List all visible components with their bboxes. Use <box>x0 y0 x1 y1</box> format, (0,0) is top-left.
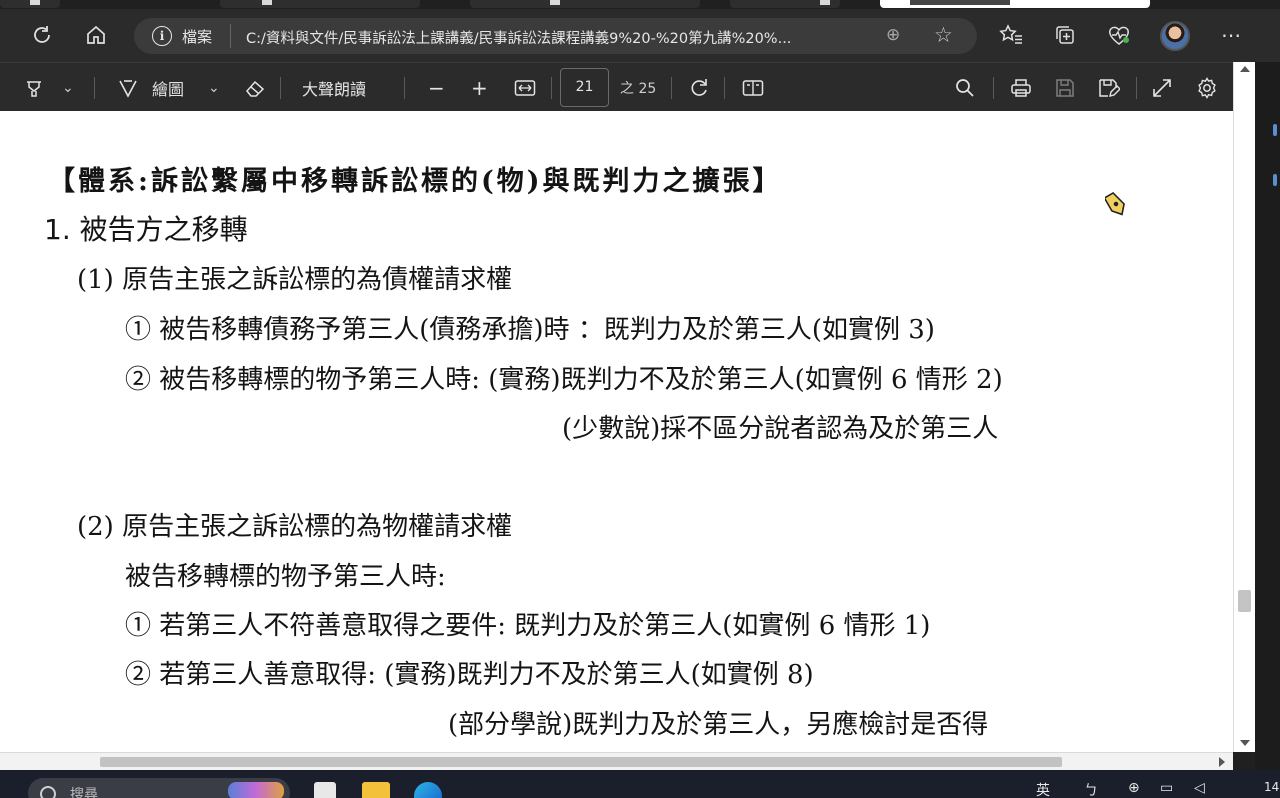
info-icon[interactable]: i <box>152 26 172 46</box>
toolbar-divider <box>94 77 95 99</box>
save-as-icon[interactable] <box>1098 63 1120 112</box>
toolbar-divider <box>671 77 672 99</box>
tray-clock[interactable]: 14 <box>1264 780 1279 794</box>
horizontal-scroll-thumb[interactable] <box>100 757 1062 767</box>
item-2-b: ② 若第三人善意取得: (實務)既判力不及於第三人(如實例 8) <box>125 660 814 690</box>
section-1-title: 1. 被告方之移轉 <box>44 213 248 246</box>
network-icon[interactable]: ▭ <box>1160 780 1173 796</box>
vertical-scroll-thumb[interactable] <box>1238 590 1251 612</box>
tray-language[interactable]: 英 <box>1036 780 1050 798</box>
address-separator <box>230 24 231 48</box>
browser-tab[interactable] <box>470 0 700 8</box>
rotate-icon[interactable] <box>688 63 710 112</box>
taskbar-search-placeholder: 搜尋 <box>70 787 98 798</box>
toolbar-divider <box>404 77 405 99</box>
item-1-b: ② 被告移轉標的物予第三人時: (實務)既判力不及於第三人(如實例 6 情形 2… <box>125 365 1003 395</box>
item-2-b-partial: (部分學說)既判力及於第三人，另應檢討是否得 <box>448 710 989 740</box>
draw-button[interactable]: 繪圖 <box>152 63 184 112</box>
item-2-a: ① 若第三人不符善意取得之要件: 既判力及於第三人(如實例 6 情形 1) <box>125 611 931 641</box>
file-scheme-label: 檔案 <box>182 28 213 46</box>
scroll-right-arrow-icon[interactable] <box>1219 757 1225 767</box>
save-icon <box>1055 63 1075 112</box>
highlighter-icon <box>27 80 41 97</box>
url-text[interactable]: C:/資料與文件/民事訴訟法上課講義/民事訴訟法課程講義9%20-%20第九講%… <box>246 27 876 48</box>
zoom-icon[interactable]: ⊕ <box>886 25 900 45</box>
page-total: 之 25 <box>620 80 657 97</box>
horizontal-scrollbar[interactable] <box>0 752 1233 770</box>
home-icon <box>87 25 105 44</box>
print-icon[interactable] <box>1010 63 1032 112</box>
draw-icon[interactable] <box>118 63 138 112</box>
zoom-in-icon[interactable]: + <box>471 63 488 112</box>
item-2: (2) 原告主張之訴訟標的為物權請求權 <box>77 512 513 542</box>
more-menu-icon[interactable]: ⋯ <box>1218 22 1244 48</box>
vertical-scrollbar[interactable] <box>1233 62 1255 752</box>
read-aloud-button[interactable]: 大聲朗讀 <box>302 63 366 112</box>
search-highlight-image <box>228 782 284 798</box>
address-bar[interactable]: i 檔案 C:/資料與文件/民事訴訟法上課講義/民事訴訟法課程講義9%20-%2… <box>134 18 977 54</box>
settings-gear-icon[interactable] <box>1196 63 1218 112</box>
eraser-icon[interactable] <box>244 63 266 112</box>
scroll-up-arrow-icon[interactable] <box>1240 66 1250 72</box>
item-2-intro: 被告移轉標的物予第三人時: <box>125 562 446 592</box>
toolbar-divider <box>1136 77 1137 99</box>
volume-icon[interactable]: ◁ <box>1194 780 1205 796</box>
highlight-dropdown-chevron-icon[interactable]: ⌄ <box>62 63 74 112</box>
favorite-star-icon[interactable]: ☆ <box>934 23 953 47</box>
globe-icon[interactable]: ⊕ <box>1128 780 1140 796</box>
pdf-toolbar: ⌄ 繪圖 ⌄ 大聲朗讀 − + 21 之 25 <box>0 62 1233 111</box>
favorites-icon[interactable] <box>998 22 1024 48</box>
item-1-a: ① 被告移轉債務予第三人(債務承擔)時 ：既判力及於第三人(如實例 3) <box>125 315 935 345</box>
toolbar-divider <box>280 77 281 99</box>
browser-tab-active[interactable] <box>880 0 1150 8</box>
collections-icon[interactable] <box>1052 22 1078 48</box>
item-1-b-minority: (少數說)採不區分說者認為及於第三人 <box>562 414 999 444</box>
file-explorer-icon[interactable] <box>362 782 390 798</box>
browser-tab[interactable] <box>0 0 60 8</box>
browser-tab[interactable] <box>220 0 420 8</box>
browser-tab[interactable] <box>730 0 840 8</box>
toolbar-divider <box>993 77 994 99</box>
page-number-input[interactable]: 21 <box>560 68 609 107</box>
draw-dropdown-chevron-icon[interactable]: ⌄ <box>208 63 220 112</box>
search-icon <box>40 786 56 798</box>
toolbar-divider <box>551 77 552 99</box>
page-view-icon[interactable] <box>742 63 764 112</box>
item-1: (1) 原告主張之訴訟標的為債權請求權 <box>77 265 513 295</box>
highlight-button[interactable] <box>24 63 44 112</box>
browser-essentials-icon[interactable] <box>1106 22 1132 48</box>
address-bar-row: i 檔案 C:/資料與文件/民事訴訟法上課講義/民事訴訟法課程講義9%20-%2… <box>0 9 1280 62</box>
fit-to-page-icon[interactable] <box>514 63 536 112</box>
pen-cursor-icon <box>1105 191 1125 216</box>
home-button[interactable] <box>82 21 110 49</box>
taskbar-app-icon[interactable] <box>314 782 336 798</box>
section-heading: 【體系:訴訟繫屬中移轉訴訟標的(物)與既判力之擴張】 <box>48 166 783 197</box>
taskbar-search[interactable]: 搜尋 <box>28 778 290 798</box>
toolbar-divider <box>724 77 725 99</box>
zoom-out-icon[interactable]: − <box>428 63 445 112</box>
profile-avatar[interactable] <box>1160 21 1190 51</box>
tab-strip <box>0 0 1280 9</box>
sidebar-edge <box>1255 62 1280 770</box>
taskbar: 搜尋 英 ㄅ ⊕ ▭ ◁ 14 <box>0 770 1280 798</box>
scroll-down-arrow-icon[interactable] <box>1240 740 1250 746</box>
fullscreen-icon[interactable] <box>1152 63 1172 112</box>
pdf-page: 【體系:訴訟繫屬中移轉訴訟標的(物)與既判力之擴張】 1. 被告方之移轉 (1)… <box>0 111 1233 752</box>
tray-ime-icon[interactable]: ㄅ <box>1084 780 1098 798</box>
search-icon[interactable] <box>955 63 975 112</box>
edge-icon[interactable] <box>414 782 442 798</box>
refresh-icon <box>34 26 50 43</box>
refresh-button[interactable] <box>28 21 56 49</box>
